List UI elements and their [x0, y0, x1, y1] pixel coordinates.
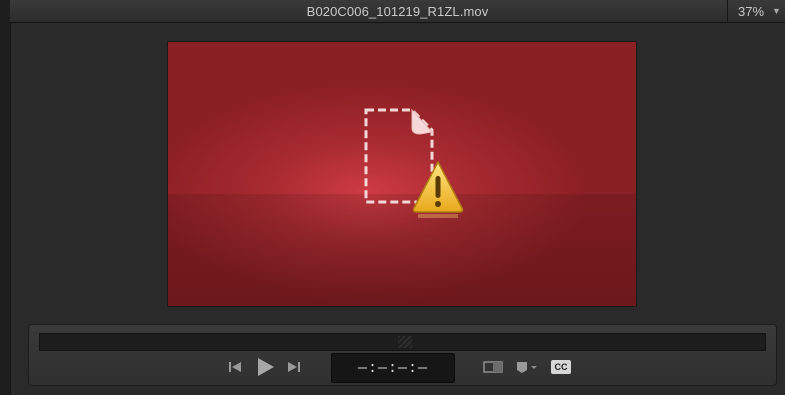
timecode-display[interactable]: —:—:—:— — [331, 353, 455, 383]
skip-back-button[interactable] — [226, 355, 244, 379]
zoom-dropdown[interactable]: 37% ▼ — [727, 0, 785, 22]
closed-captions-button[interactable]: CC — [551, 360, 571, 374]
skip-forward-icon — [288, 362, 300, 372]
play-icon — [258, 358, 274, 376]
skip-forward-button[interactable] — [285, 355, 303, 379]
missing-file-warning-icon — [364, 108, 464, 218]
zoom-value: 37% — [738, 3, 765, 19]
skip-back-icon — [229, 362, 241, 372]
view-mode-icon — [483, 361, 503, 373]
play-button[interactable] — [253, 355, 277, 379]
timeline-scrubber[interactable] — [39, 333, 766, 351]
chevron-down-icon: ▼ — [772, 6, 781, 16]
title-bar: B020C006_101219_R1ZL.mov 37% ▼ — [10, 0, 785, 23]
clip-title: B020C006_101219_R1ZL.mov — [306, 4, 489, 19]
playhead-handle[interactable] — [398, 336, 412, 348]
view-mode-button[interactable] — [481, 355, 505, 379]
transport-bar: —:—:—:— CC — [28, 324, 777, 386]
marker-dropdown-button[interactable] — [513, 355, 541, 379]
video-viewer[interactable] — [168, 42, 636, 306]
marker-dropdown-icon — [517, 362, 537, 373]
